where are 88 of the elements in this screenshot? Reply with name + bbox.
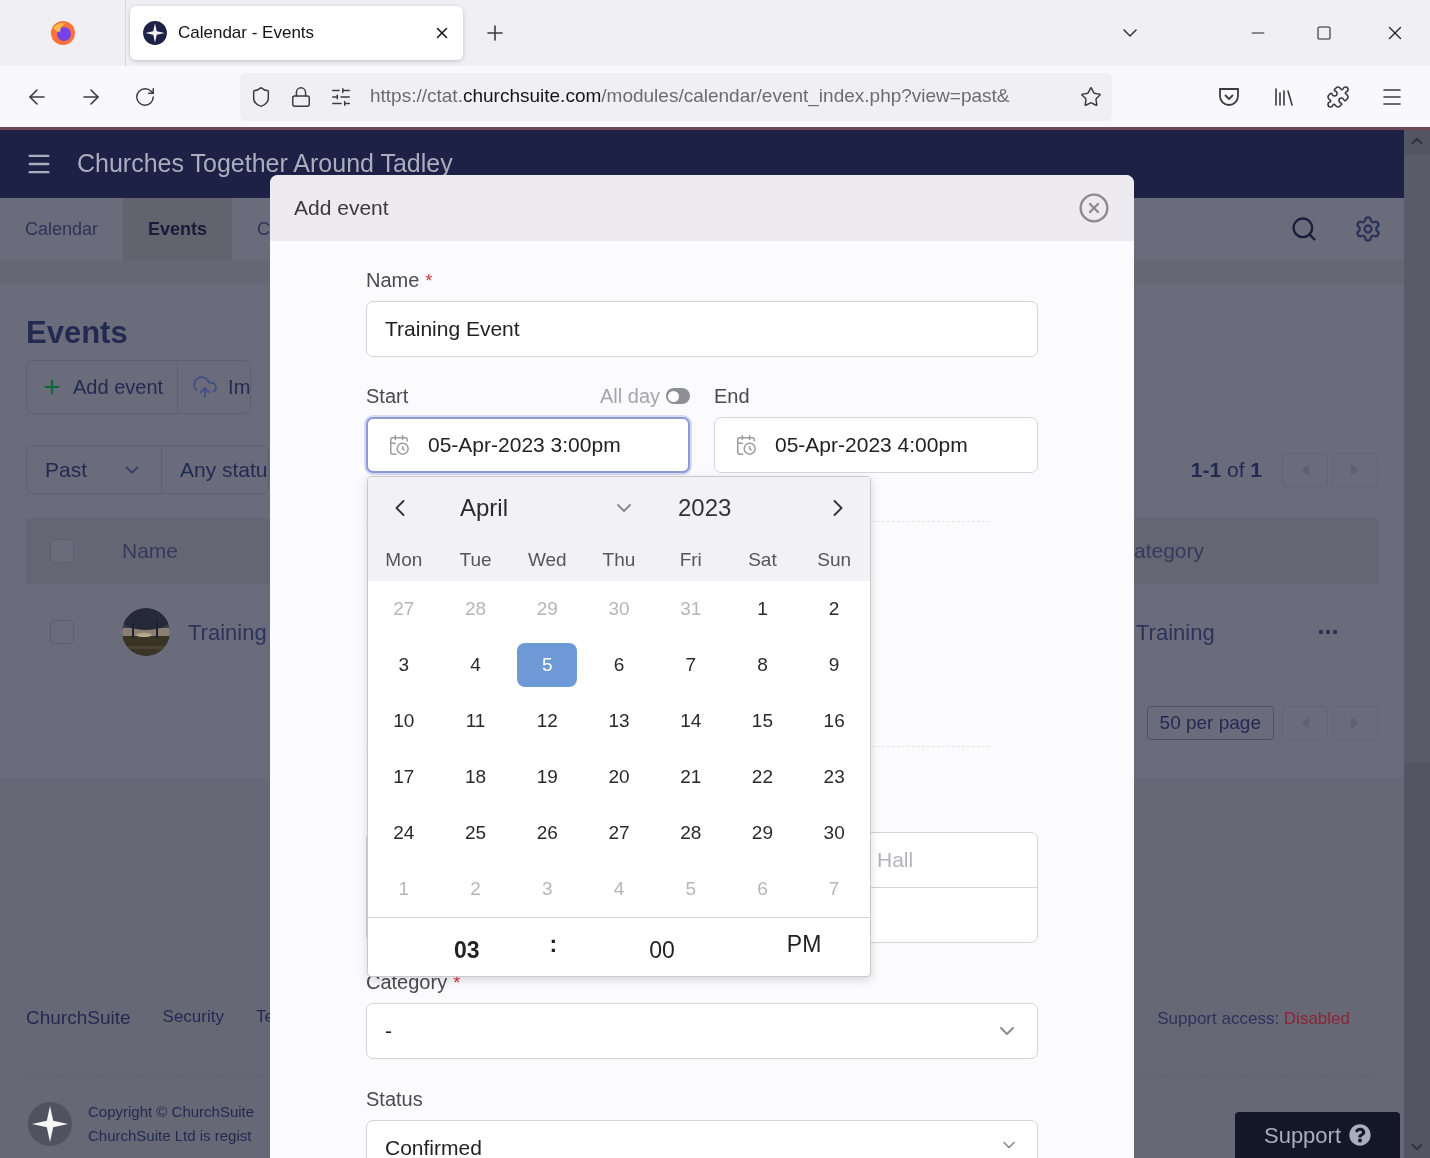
browser-tab[interactable]: Calendar - Events — [130, 6, 463, 60]
search-icon[interactable] — [1290, 215, 1318, 243]
date-value: 05-Apr-2023 3:00pm — [428, 432, 621, 459]
calendar-day[interactable]: 7 — [660, 643, 721, 687]
category-select[interactable]: - — [366, 1003, 1038, 1059]
calendar-day[interactable]: 11 — [445, 699, 506, 743]
calendar-day[interactable]: 28 — [660, 811, 721, 855]
field-label: Category — [366, 970, 448, 994]
weekday-label: Wed — [526, 547, 568, 572]
calendar-day[interactable]: 27 — [589, 811, 649, 855]
time-separator: : — [549, 929, 558, 959]
tab-title: Calendar - Events — [178, 22, 316, 45]
calendar-day[interactable]: 9 — [804, 643, 865, 687]
maximize-icon[interactable] — [1316, 25, 1332, 41]
field-label: Start — [366, 384, 409, 409]
year-field[interactable]: 2023 — [678, 490, 732, 526]
weekday-label: Thu — [601, 547, 637, 572]
support-button[interactable]: Support — [1235, 1112, 1400, 1158]
required-mark: * — [425, 270, 433, 293]
calendar-day[interactable]: 12 — [517, 699, 578, 743]
calendar-clock-icon — [735, 434, 757, 456]
month-select[interactable]: April — [460, 490, 636, 526]
calendar-day[interactable]: 19 — [517, 755, 578, 799]
weekday-label: Mon — [384, 547, 424, 572]
calendar-day[interactable]: 10 — [373, 699, 434, 743]
shield-icon[interactable] — [250, 85, 272, 108]
calendar-day[interactable]: 24 — [373, 811, 434, 855]
scrollbar-thumb[interactable] — [1404, 154, 1430, 762]
bookmark-star-icon[interactable] — [1080, 85, 1102, 108]
field-label: End — [714, 384, 750, 409]
cloud-upload-icon — [192, 374, 219, 400]
modal-title: Add event — [294, 195, 389, 222]
minute-field[interactable]: 00 — [649, 932, 675, 968]
weekday-label: Tue — [458, 547, 493, 572]
pagination-text: 1-1 of 1 — [1190, 456, 1262, 483]
toggle-label: All day — [599, 384, 660, 409]
calendar-day[interactable]: 15 — [732, 699, 793, 743]
name-field[interactable]: Training Event — [366, 301, 1038, 357]
copyright-text: Copyright © ChurchSuite — [88, 1101, 255, 1122]
browser-logo-icon[interactable] — [49, 20, 76, 46]
calendar-day[interactable]: 26 — [517, 811, 578, 855]
all-day-toggle[interactable] — [666, 388, 690, 404]
field-label: Status — [366, 1087, 423, 1111]
calendar-day[interactable]: 22 — [732, 755, 793, 799]
calendar-day[interactable]: 16 — [804, 699, 865, 743]
url-text: https://ctat.churchsuite.com/modules/calendar/event_index.php?view=past& — [370, 84, 1011, 109]
status-select[interactable]: Confirmed — [366, 1120, 1038, 1158]
calendar-day[interactable]: 3 — [373, 643, 434, 687]
calendar-day[interactable]: 30 — [804, 811, 865, 855]
weekday-label: Sun — [816, 547, 853, 572]
scrollbar[interactable] — [1404, 130, 1430, 1158]
close-icon[interactable] — [1078, 192, 1110, 224]
calendar-day[interactable]: 23 — [804, 755, 865, 799]
date-field[interactable]: 05-Apr-2023 4:00pm — [714, 417, 1038, 473]
calendar-day[interactable]: 13 — [589, 699, 649, 743]
calendar-day[interactable]: 2 — [804, 587, 865, 631]
hour-field[interactable]: 03 — [454, 932, 480, 968]
calendar-day[interactable]: 8 — [732, 643, 793, 687]
calendar-day[interactable]: 20 — [589, 755, 649, 799]
permissions-icon[interactable] — [330, 85, 352, 108]
calendar-day[interactable]: 1 — [732, 587, 793, 631]
page-heading: Events — [26, 314, 128, 352]
calendar-day[interactable]: 6 — [589, 643, 649, 687]
calendar-day[interactable]: 25 — [445, 811, 506, 855]
weekday-label: Fri — [678, 547, 703, 572]
calendar-day[interactable]: 14 — [660, 699, 721, 743]
table-cell-text: Training — [1136, 618, 1216, 647]
support-access-text: Support access: Disabled — [1157, 1007, 1350, 1030]
date-field[interactable]: 05-Apr-2023 3:00pm — [366, 417, 690, 473]
address-bar[interactable]: https://ctat.churchsuite.com/modules/calendar/event_index.php?view=past& — [240, 72, 1112, 121]
am-pm-toggle[interactable]: PM — [786, 926, 822, 962]
calendar-day[interactable]: 21 — [660, 755, 721, 799]
calendar-clock-icon — [388, 434, 410, 456]
reload-icon[interactable] — [134, 85, 156, 108]
calendar-day[interactable]: 17 — [373, 755, 434, 799]
copyright-text: ChurchSuite Ltd is regist — [88, 1125, 253, 1146]
site-logo-icon — [142, 20, 168, 46]
extensions-icon[interactable] — [1326, 84, 1350, 109]
app-title: Churches Together Around Tadley — [77, 148, 453, 180]
field-label: Name — [366, 268, 420, 292]
pocket-icon[interactable] — [1218, 86, 1240, 107]
lock-icon[interactable] — [290, 85, 312, 108]
weekday-label: Sat — [747, 547, 778, 572]
calendar-day[interactable]: 18 — [445, 755, 506, 799]
calendar-day[interactable]: 29 — [732, 811, 793, 855]
calendar-day[interactable]: 4 — [445, 643, 506, 687]
date-value: 05-Apr-2023 4:00pm — [775, 432, 968, 459]
help-icon — [1349, 1124, 1372, 1146]
